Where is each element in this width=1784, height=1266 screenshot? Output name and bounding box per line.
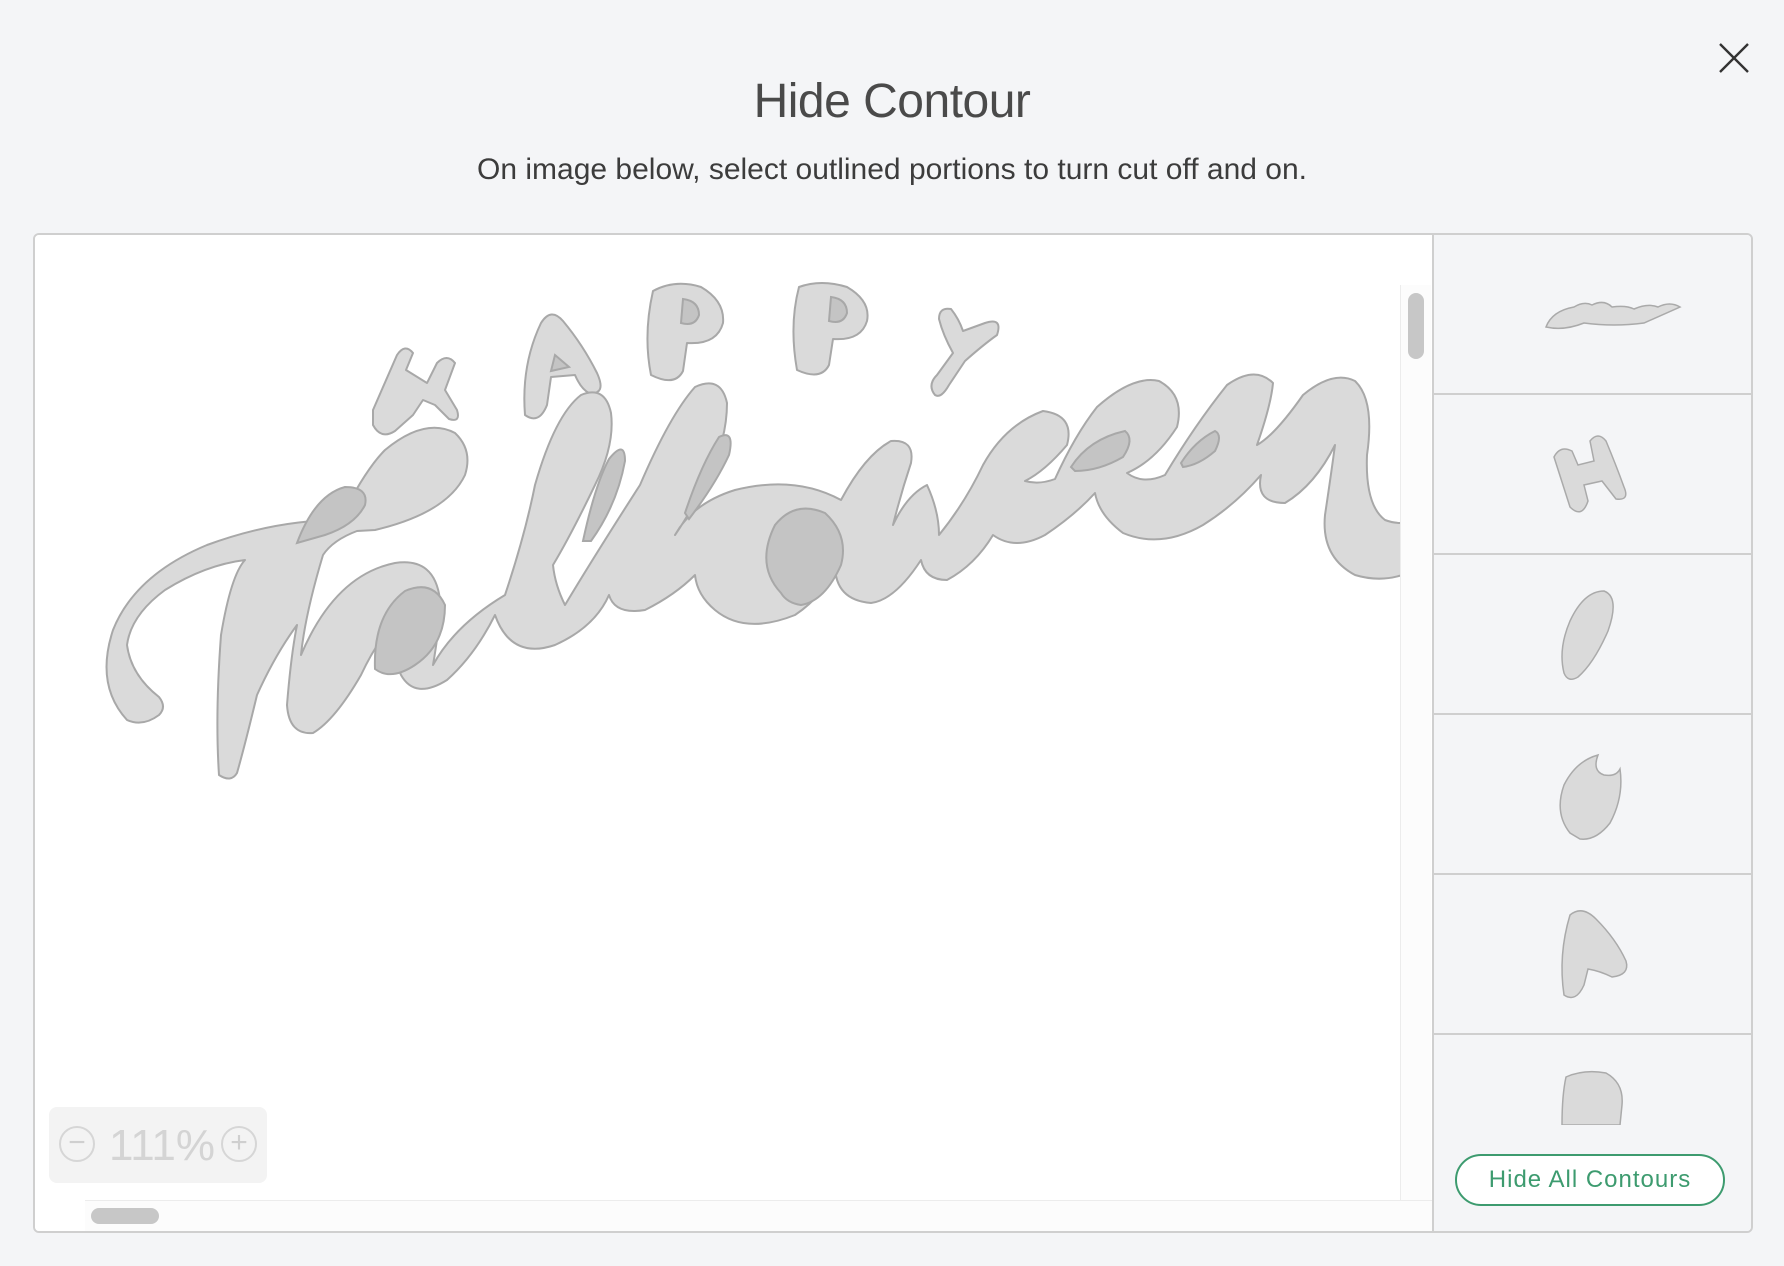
dialog-title: Hide Contour bbox=[753, 75, 1031, 128]
contour-thumb-oval[interactable] bbox=[1434, 555, 1751, 715]
contour-thumb-o[interactable] bbox=[1434, 715, 1751, 875]
horizontal-scrollbar-thumb[interactable] bbox=[91, 1208, 159, 1224]
letter-h-shape[interactable] bbox=[372, 347, 459, 436]
zoom-out-button[interactable]: − bbox=[59, 1126, 95, 1162]
hide-all-contours-button[interactable]: Hide All Contours bbox=[1455, 1154, 1725, 1206]
design-canvas[interactable]: − 111% + bbox=[35, 235, 1432, 1231]
letter-p1-shape[interactable] bbox=[646, 282, 725, 382]
zoom-control: − 111% + bbox=[49, 1107, 267, 1183]
hole-o[interactable] bbox=[765, 507, 844, 607]
halloween-artwork[interactable] bbox=[35, 235, 1400, 1200]
halloween-word-shape[interactable] bbox=[105, 373, 1400, 780]
vertical-scrollbar-track[interactable] bbox=[1400, 285, 1431, 1231]
dialog-instructions: On image below, select outlined portions… bbox=[477, 153, 1307, 186]
zoom-in-button[interactable]: + bbox=[221, 1126, 257, 1162]
letter-y-shape[interactable] bbox=[930, 307, 1000, 397]
zoom-level: 111% bbox=[109, 1121, 216, 1170]
vertical-scrollbar-thumb[interactable] bbox=[1408, 293, 1424, 359]
contour-thumb-a[interactable] bbox=[1434, 875, 1751, 1035]
close-button[interactable] bbox=[1714, 38, 1754, 78]
minus-circle-icon: − bbox=[68, 1126, 86, 1159]
contour-thumb-halloween[interactable] bbox=[1434, 235, 1751, 395]
close-icon bbox=[1719, 43, 1749, 73]
contour-thumb-p[interactable] bbox=[1434, 1035, 1751, 1125]
horizontal-scrollbar-track[interactable] bbox=[85, 1200, 1432, 1231]
plus-circle-icon: + bbox=[230, 1126, 248, 1159]
contour-editor-panel: − 111% + bbox=[33, 233, 1753, 1233]
contour-list bbox=[1432, 235, 1751, 1231]
contour-thumb-h[interactable] bbox=[1434, 395, 1751, 555]
